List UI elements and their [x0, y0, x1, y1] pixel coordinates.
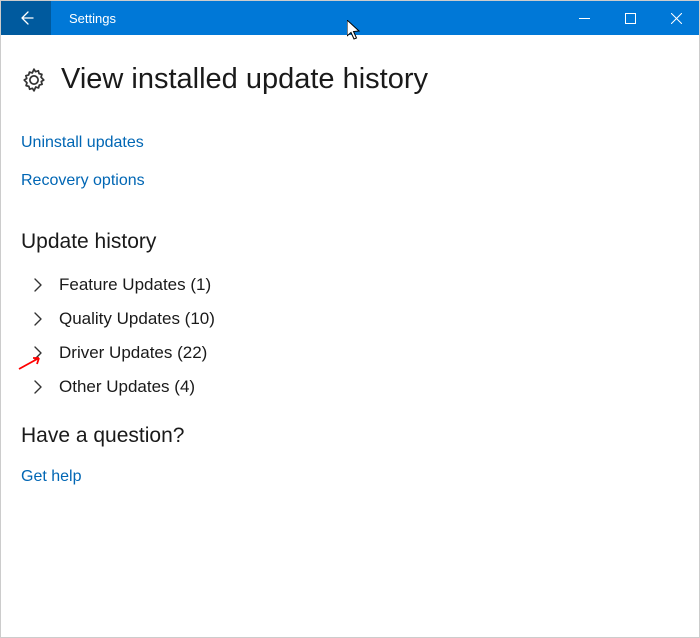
- category-other-updates[interactable]: Other Updates (4): [21, 370, 679, 404]
- chevron-right-icon: [31, 278, 45, 292]
- category-driver-updates[interactable]: Driver Updates (22): [21, 336, 679, 370]
- category-label: Quality Updates (10): [59, 309, 215, 329]
- titlebar: Settings: [1, 1, 699, 35]
- recovery-options-link[interactable]: Recovery options: [21, 172, 145, 190]
- category-label: Other Updates (4): [59, 377, 195, 397]
- have-question-heading: Have a question?: [21, 424, 679, 448]
- chevron-right-icon: [31, 346, 45, 360]
- content-area: View installed update history Uninstall …: [1, 35, 699, 506]
- window-title: Settings: [69, 11, 561, 26]
- page-header: View installed update history: [21, 63, 679, 96]
- chevron-right-icon: [31, 380, 45, 394]
- category-quality-updates[interactable]: Quality Updates (10): [21, 302, 679, 336]
- get-help-link[interactable]: Get help: [21, 468, 81, 486]
- window-controls: [561, 1, 699, 35]
- minimize-icon: [579, 13, 590, 24]
- update-history-heading: Update history: [21, 230, 679, 254]
- maximize-button[interactable]: [607, 1, 653, 35]
- category-feature-updates[interactable]: Feature Updates (1): [21, 268, 679, 302]
- category-label: Driver Updates (22): [59, 343, 207, 363]
- back-button[interactable]: [1, 1, 51, 35]
- maximize-icon: [625, 13, 636, 24]
- back-arrow-icon: [18, 10, 34, 26]
- uninstall-updates-link[interactable]: Uninstall updates: [21, 134, 144, 152]
- chevron-right-icon: [31, 312, 45, 326]
- page-title: View installed update history: [61, 63, 428, 96]
- minimize-button[interactable]: [561, 1, 607, 35]
- category-label: Feature Updates (1): [59, 275, 211, 295]
- close-button[interactable]: [653, 1, 699, 35]
- gear-icon: [21, 67, 47, 93]
- close-icon: [671, 13, 682, 24]
